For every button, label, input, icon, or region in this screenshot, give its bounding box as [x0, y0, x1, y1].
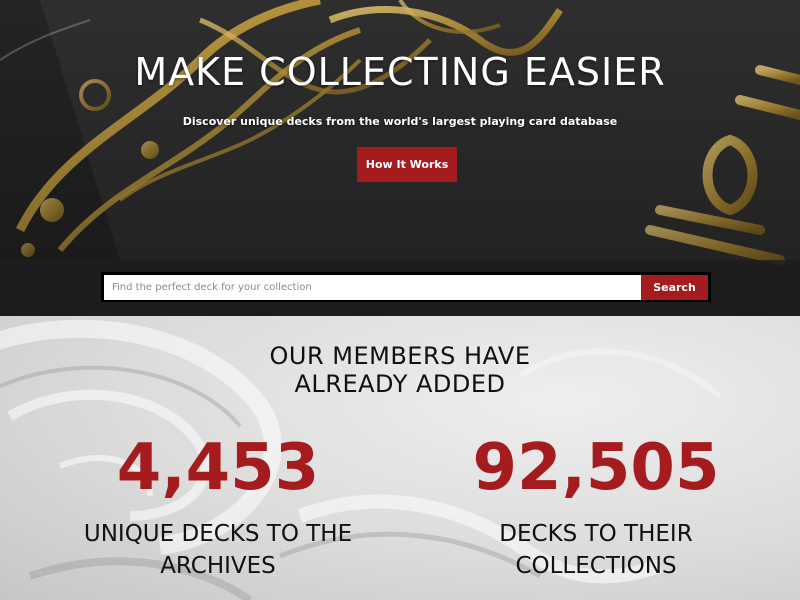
stats-heading-line2: ALREADY ADDED [294, 370, 506, 398]
stat-label-collection-decks-line2: COLLECTIONS [515, 553, 677, 579]
hero-section: MAKE COLLECTING EASIER Discover unique d… [0, 0, 800, 316]
search-button[interactable]: Search [641, 275, 708, 300]
stats-heading-line1: OUR MEMBERS HAVE [269, 342, 531, 370]
stat-label-unique-decks-line1: UNIQUE DECKS TO THE [83, 521, 353, 547]
stat-label-unique-decks-line2: ARCHIVES [160, 553, 276, 579]
stat-label-unique-decks: UNIQUE DECKS TO THE ARCHIVES [18, 518, 418, 582]
stat-label-collection-decks: DECKS TO THEIR COLLECTIONS [396, 518, 796, 582]
stat-value-collection-decks: 92,505 [472, 431, 720, 505]
stat-label-collection-decks-line1: DECKS TO THEIR [499, 521, 693, 547]
stats-section: OUR MEMBERS HAVE ALREADY ADDED 4,453 UNI… [0, 316, 800, 600]
stats-heading: OUR MEMBERS HAVE ALREADY ADDED [0, 342, 800, 398]
stat-value-unique-decks: 4,453 [116, 431, 320, 505]
landing-page: MAKE COLLECTING EASIER Discover unique d… [0, 0, 800, 600]
hero-subtitle: Discover unique decks from the world's l… [182, 115, 618, 128]
hero-title: MAKE COLLECTING EASIER [134, 50, 666, 94]
how-it-works-button[interactable]: How It Works [357, 147, 457, 182]
search-input[interactable] [104, 275, 641, 300]
